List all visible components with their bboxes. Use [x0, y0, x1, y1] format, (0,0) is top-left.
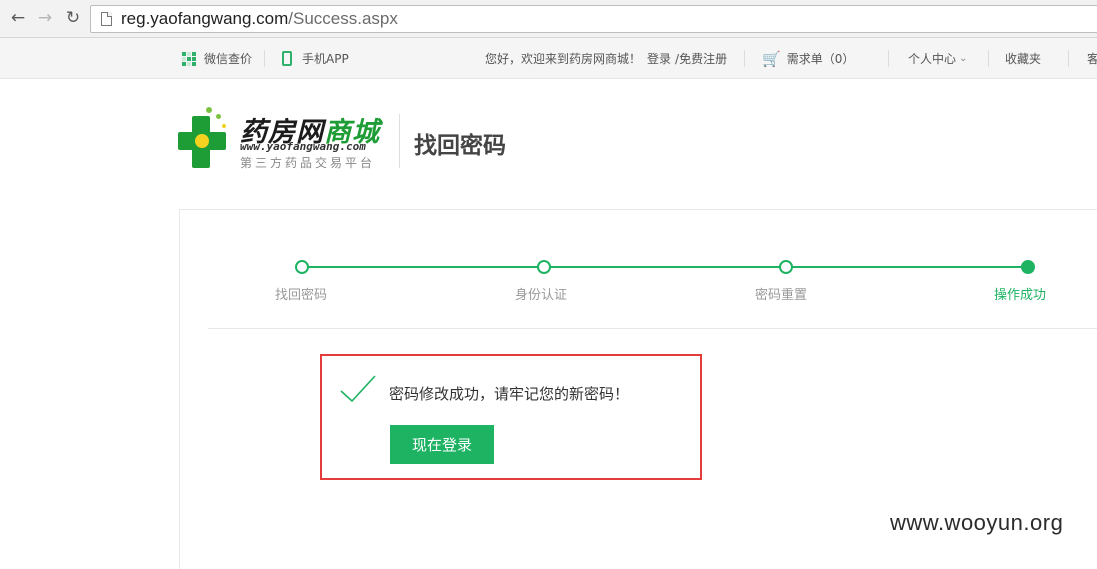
topbar-divider — [1068, 50, 1069, 67]
header-divider — [399, 114, 400, 168]
personal-center-menu[interactable]: 个人中心 ⌄ — [908, 38, 967, 79]
logo-spark — [206, 107, 212, 113]
address-bar[interactable]: reg.yaofangwang.com/Success.aspx — [90, 5, 1097, 33]
step-label-3: 密码重置 — [755, 288, 808, 303]
logo-url: www.yaofangwang.com — [240, 140, 366, 153]
page-icon — [101, 12, 112, 26]
logo-spark — [216, 114, 221, 119]
logo-dot — [195, 134, 209, 148]
mobile-app-label: 手机APP — [302, 52, 349, 66]
reload-icon[interactable]: ↻ — [63, 8, 83, 28]
mobile-app-link[interactable]: 手机APP — [282, 38, 349, 79]
watermark: www.wooyun.org — [890, 510, 1064, 535]
forward-icon[interactable]: → — [35, 8, 55, 28]
logo-spark — [222, 124, 226, 128]
step-dot-4 — [1021, 260, 1035, 274]
step-dot-1 — [295, 260, 309, 274]
qrcode-icon — [182, 51, 196, 66]
favorites-label: 收藏夹 — [1005, 52, 1042, 66]
topbar-divider — [888, 50, 889, 67]
url-path: /Success.aspx — [288, 9, 398, 28]
progress-line — [302, 266, 1028, 268]
step-label-2: 身份认证 — [515, 288, 568, 303]
logo-subtitle: 第三方药品交易平台 — [240, 156, 376, 170]
personal-center-label: 个人中心 — [908, 52, 957, 66]
phone-icon — [282, 51, 292, 66]
login-now-button[interactable]: 现在登录 — [390, 425, 494, 464]
step-dot-2 — [537, 260, 551, 274]
url-text: reg.yaofangwang.com/Success.aspx — [121, 9, 398, 29]
success-message: 密码修改成功，请牢记您的新密码！ — [389, 385, 630, 403]
welcome-area: 您好，欢迎来到药房网商城！ 登录 /免费注册 — [485, 38, 727, 79]
login-link[interactable]: 登录 — [647, 50, 671, 67]
cart-icon: 🛒 — [762, 49, 781, 68]
step-label-1: 找回密码 — [275, 288, 328, 303]
more-label: 客 — [1087, 52, 1097, 66]
topbar-divider — [988, 50, 989, 67]
favorites-link[interactable]: 收藏夹 — [1005, 38, 1041, 79]
site-topbar: 微信查价 手机APP 您好，欢迎来到药房网商城！ 登录 /免费注册 🛒 需求单（… — [0, 38, 1097, 79]
steps-divider — [208, 328, 1097, 329]
site-logo[interactable]: 药房网商城 www.yaofangwang.com 第三方药品交易平台 — [178, 106, 388, 172]
register-link[interactable]: /免费注册 — [675, 50, 727, 67]
cart-link[interactable]: 🛒 需求单（0） — [762, 38, 854, 79]
welcome-text: 您好，欢迎来到药房网商城！ — [485, 52, 642, 66]
url-host: reg.yaofangwang.com — [121, 9, 289, 28]
step-label-4: 操作成功 — [994, 288, 1047, 303]
checkmark-icon — [340, 375, 376, 403]
success-box — [320, 354, 702, 480]
wechat-price-link[interactable]: 微信查价 — [182, 38, 252, 79]
more-link[interactable]: 客 — [1087, 38, 1097, 79]
cart-label: 需求单（0） — [786, 52, 855, 66]
topbar-divider — [264, 50, 265, 67]
back-icon[interactable]: ← — [8, 8, 28, 28]
wechat-price-label: 微信查价 — [204, 52, 253, 66]
chevron-down-icon: ⌄ — [959, 53, 968, 64]
browser-toolbar: ← → ↻ reg.yaofangwang.com/Success.aspx — [0, 0, 1097, 38]
topbar-divider — [744, 50, 745, 67]
page-title: 找回密码 — [414, 133, 506, 159]
step-dot-3 — [779, 260, 793, 274]
